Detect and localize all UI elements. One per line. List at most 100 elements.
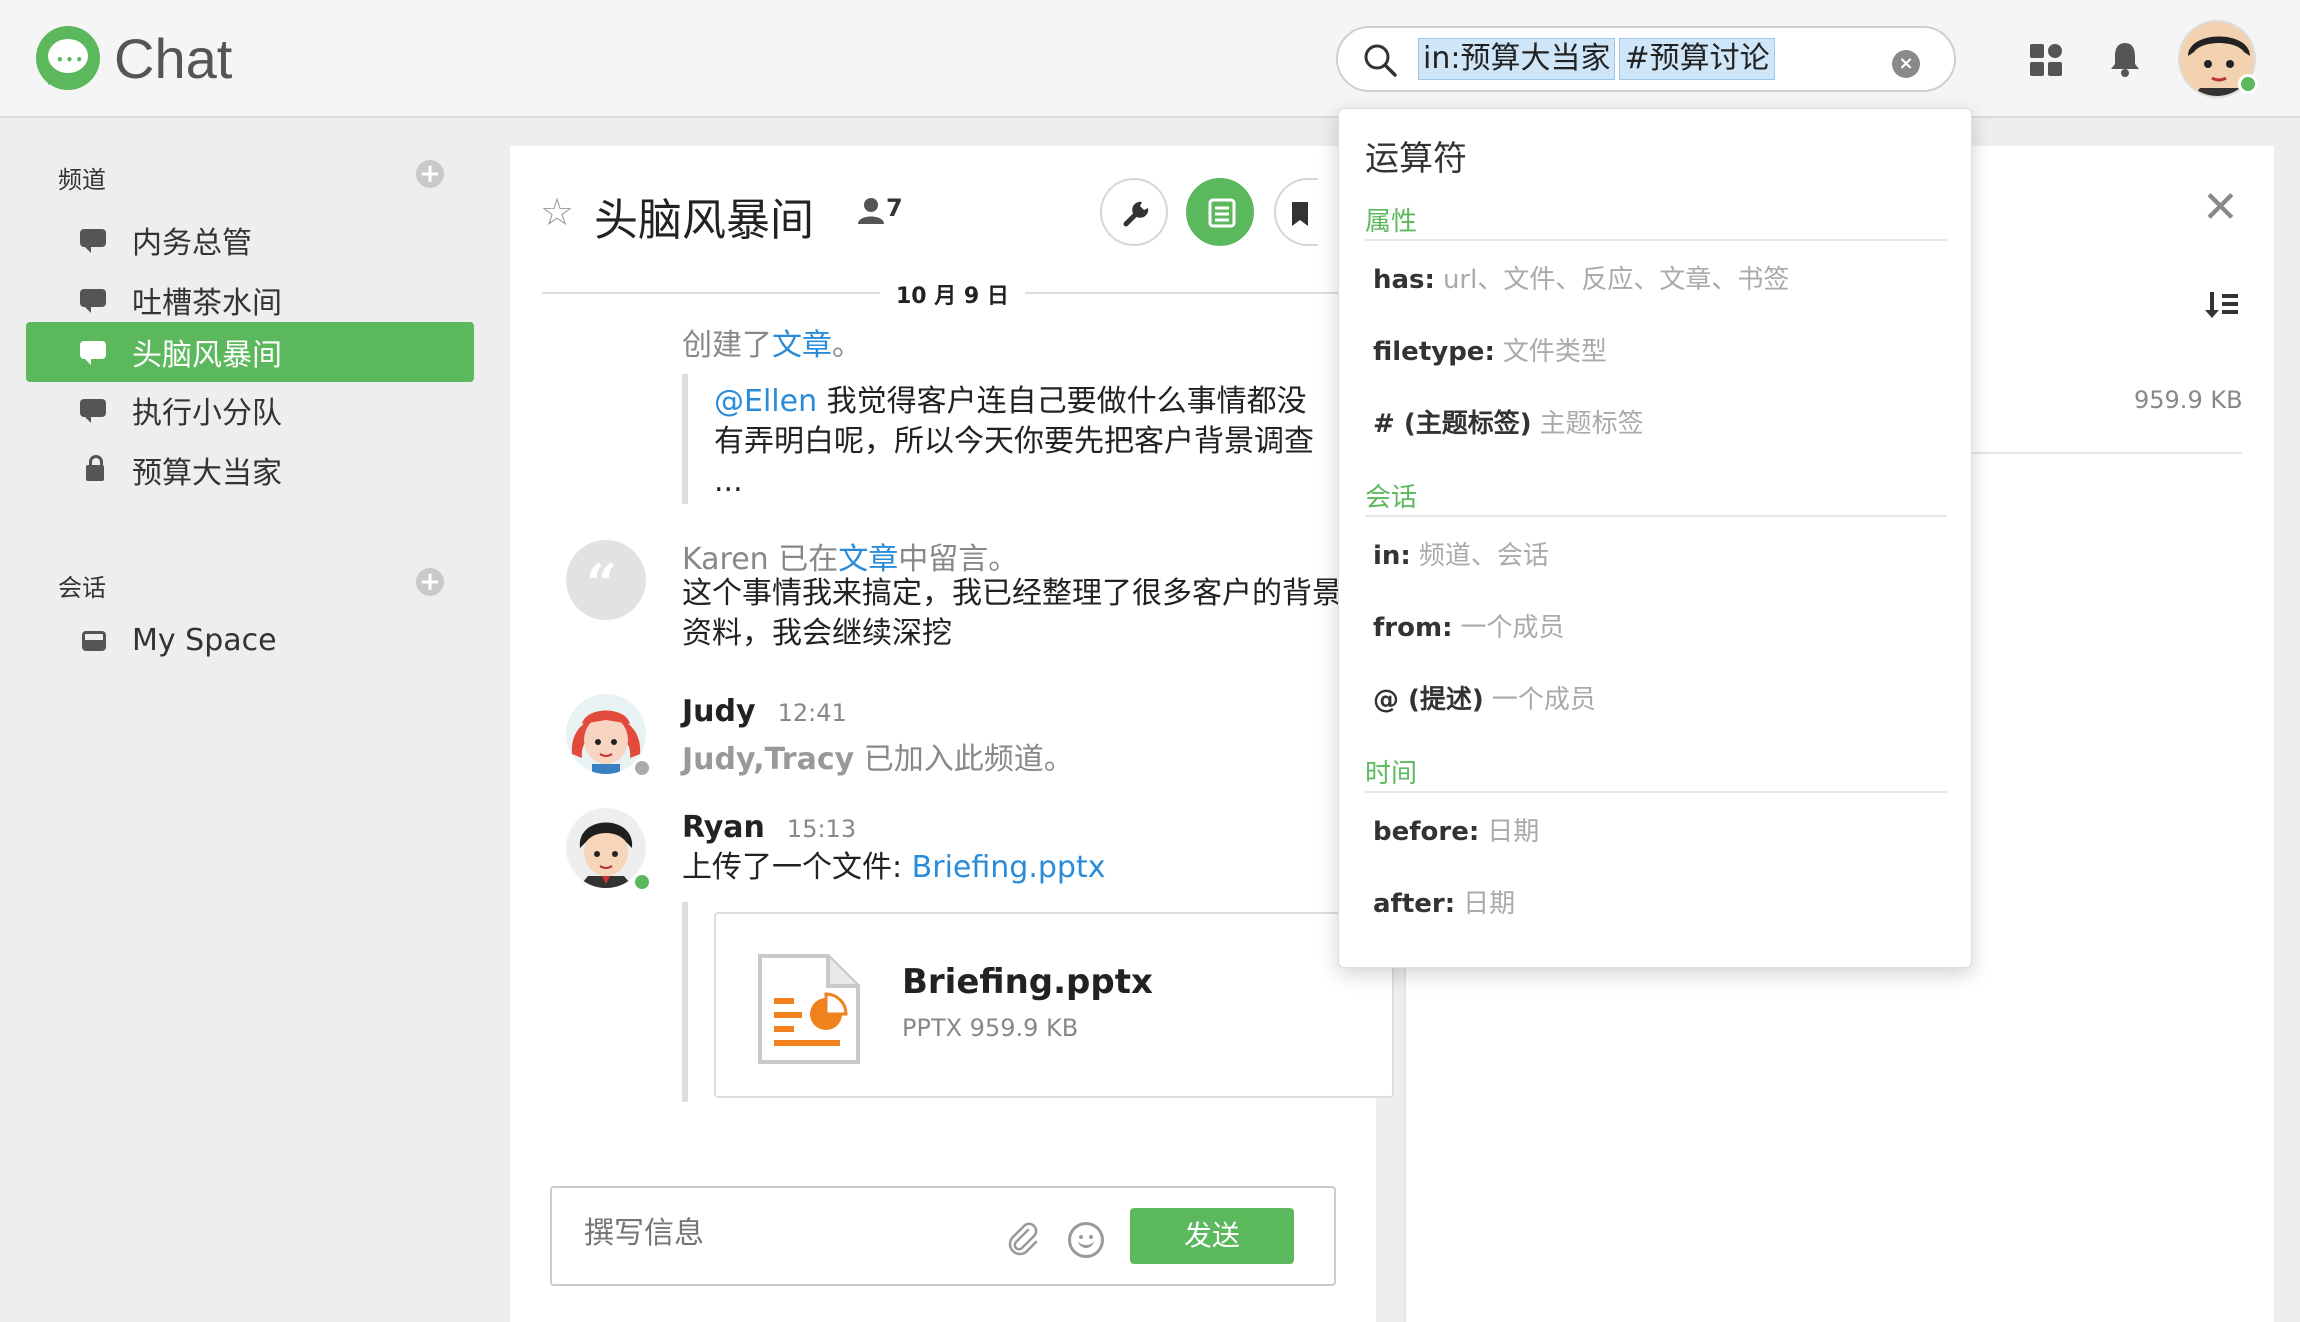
attachment-bar <box>682 902 688 1102</box>
online-status-dot <box>2238 74 2258 94</box>
operator-item[interactable]: from: 一个成员 <box>1373 607 1565 644</box>
operator-desc: 日期 <box>1463 889 1516 919</box>
bookmark-button[interactable] <box>1274 178 1318 246</box>
wrench-icon <box>1123 201 1149 227</box>
members-icon[interactable] <box>856 196 886 226</box>
operator-key: filetype: <box>1373 337 1495 367</box>
lock-icon <box>80 455 110 483</box>
star-icon[interactable]: ☆ <box>540 190 574 234</box>
search-input[interactable]: in:预算大当家 #预算讨论 <box>1418 38 1775 80</box>
system-text: 已加入此频道。 <box>854 742 1074 777</box>
top-bar: ••• Chat in:预算大当家 #预算讨论 × <box>0 0 2300 118</box>
close-icon[interactable]: ✕ <box>2202 182 2239 233</box>
file-name[interactable]: Briefing.pptx <box>902 962 1153 1002</box>
channel-title: 头脑风暴间 <box>594 195 814 246</box>
sidebar-item-channel[interactable]: 预算大当家 <box>26 440 474 500</box>
sidebar-item-label: My Space <box>132 622 277 658</box>
operator-desc: 文件类型 <box>1502 337 1607 367</box>
send-button[interactable]: 发送 <box>1130 1208 1294 1264</box>
app-title: Chat <box>114 27 233 90</box>
settings-wrench-button[interactable] <box>1100 178 1168 246</box>
operator-item[interactable]: # (主题标签) 主题标签 <box>1373 403 1644 440</box>
operator-key: # (主题标签) <box>1373 409 1532 439</box>
search-token[interactable]: in:预算大当家 <box>1418 38 1616 80</box>
sidebar-item-conversation[interactable]: My Space <box>26 610 474 670</box>
member-count[interactable]: 7 <box>886 194 903 222</box>
quoted-article[interactable]: @Ellen 我觉得客户连自己要做什么事情都没 有弄明白呢，所以今天你要先把客户… <box>714 382 1354 502</box>
operator-key: after: <box>1373 889 1456 919</box>
sidebar-item-channel-active[interactable]: 头脑风暴间 <box>26 322 474 382</box>
system-text: 已在 <box>768 542 839 577</box>
system-message: 创建了文章。 <box>682 320 862 364</box>
chat-icon <box>80 397 110 423</box>
add-conversation-icon[interactable]: + <box>416 568 444 596</box>
emoji-icon[interactable] <box>1068 1222 1104 1258</box>
dropdown-title: 运算符 <box>1365 139 1467 179</box>
mention-link[interactable]: @Ellen <box>714 384 817 419</box>
comment-body: 这个事情我来搞定，我已经整理了很多客户的背景 资料，我会继续深挖 <box>682 574 1382 654</box>
operator-desc: 频道、会话 <box>1418 541 1549 571</box>
notification-bell-icon[interactable] <box>2108 40 2142 78</box>
joined-members[interactable]: Judy,Tracy <box>682 742 854 777</box>
group-header: 属性 <box>1365 207 1418 237</box>
article-link[interactable]: 文章 <box>772 328 832 363</box>
message-composer[interactable]: 发送 <box>550 1186 1336 1286</box>
chat-panel: ☆ 头脑风暴间 7 10 月 9 日 创建了文章。 @Ellen 我觉得客户连自… <box>510 146 1394 1322</box>
system-text: 。 <box>832 328 862 363</box>
add-channel-icon[interactable]: + <box>416 160 444 188</box>
file-meta: PPTX 959.9 KB <box>902 1014 1079 1042</box>
message-input[interactable] <box>584 1216 984 1251</box>
article-link[interactable]: 文章 <box>838 542 898 577</box>
attachment-clip-icon[interactable] <box>1006 1222 1040 1256</box>
operator-item[interactable]: before: 日期 <box>1373 811 1539 848</box>
search-operators-dropdown: 运算符 属性 has: url、文件、反应、文章、书签 filetype: 文件类型… <box>1338 108 1972 968</box>
operator-item[interactable]: in: 频道、会话 <box>1373 535 1549 572</box>
sidebar-item-channel[interactable]: 执行小分队 <box>26 380 474 440</box>
channels-header: 频道 <box>58 166 106 194</box>
clear-search-icon[interactable]: × <box>1892 50 1920 78</box>
chat-icon <box>80 227 110 253</box>
message-author[interactable]: Judy <box>682 694 756 729</box>
sidebar: 频道 + 内务总管 吐槽茶水间 头脑风暴间 执行小分队 预算大当家 会话 + M… <box>0 120 500 1322</box>
quote-bar <box>682 374 688 504</box>
divider <box>1365 791 1947 793</box>
comment-notice: Karen 已在文章中留言。 <box>682 534 1018 578</box>
online-status-dot <box>632 872 652 892</box>
group-header: 时间 <box>1365 759 1418 789</box>
comment-author[interactable]: Karen <box>682 542 769 577</box>
operator-item[interactable]: filetype: 文件类型 <box>1373 331 1607 368</box>
message-header: Judy 12:41 <box>682 694 847 729</box>
search-token[interactable]: #预算讨论 <box>1619 38 1775 80</box>
file-link[interactable]: Briefing.pptx <box>912 850 1106 885</box>
sidebar-item-label: 预算大当家 <box>132 456 282 491</box>
operator-item[interactable]: after: 日期 <box>1373 883 1515 920</box>
operator-item[interactable]: has: url、文件、反应、文章、书签 <box>1373 259 1789 296</box>
system-text: 中留言。 <box>898 542 1019 577</box>
search-box[interactable]: in:预算大当家 #预算讨论 × <box>1336 26 1956 92</box>
operator-key: from: <box>1373 613 1453 643</box>
posts-list-button[interactable] <box>1186 178 1254 246</box>
list-icon <box>1208 198 1236 228</box>
message-author[interactable]: Ryan <box>682 810 765 845</box>
quote-text: ... <box>714 464 743 499</box>
divider <box>1365 239 1947 241</box>
message-header: Ryan 15:13 <box>682 810 856 845</box>
sidebar-item-channel[interactable]: 内务总管 <box>26 210 474 270</box>
pptx-file-icon <box>758 954 860 1064</box>
operator-desc: 一个成员 <box>1491 685 1596 715</box>
comment-text: 资料，我会继续深挖 <box>682 616 952 651</box>
chat-icon <box>80 287 110 313</box>
operator-key: before: <box>1373 817 1480 847</box>
sidebar-item-channel[interactable]: 吐槽茶水间 <box>26 270 474 330</box>
message-time: 15:13 <box>786 815 857 843</box>
offline-status-dot <box>632 758 652 778</box>
sort-icon[interactable] <box>2204 288 2240 322</box>
operator-desc: 一个成员 <box>1460 613 1565 643</box>
search-icon <box>1364 44 1397 77</box>
system-text: 创建了 <box>682 328 772 363</box>
operator-item[interactable]: @ (提述) 一个成员 <box>1373 679 1596 716</box>
apps-grid-icon[interactable] <box>2030 44 2064 78</box>
divider <box>1365 515 1947 517</box>
file-attachment-card[interactable]: Briefing.pptx PPTX 959.9 KB <box>714 912 1394 1098</box>
message-body: 上传了一个文件: Briefing.pptx <box>682 848 1105 888</box>
